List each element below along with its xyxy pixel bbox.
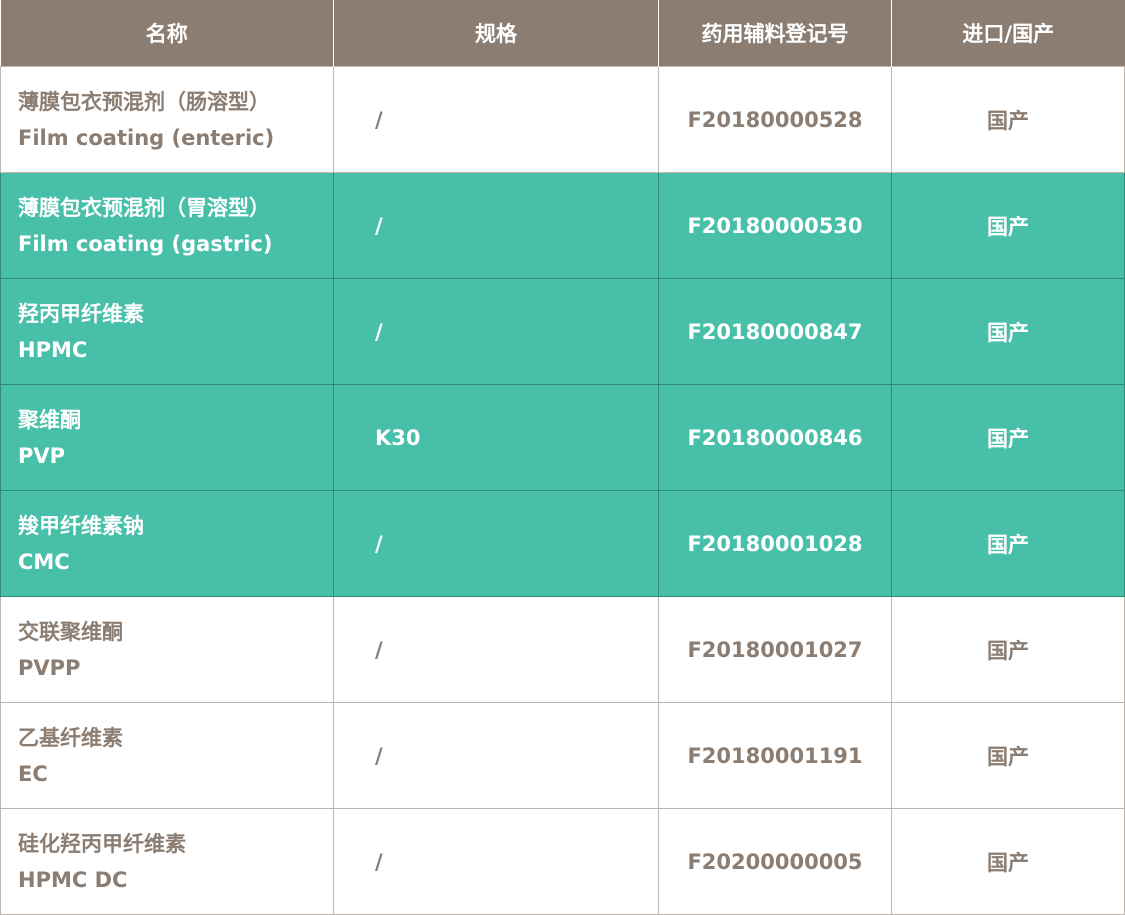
table-row-highlighted: 羧甲纤维素钠 CMC / F20180001028 国产 [0, 490, 1125, 597]
cell-origin: 国产 [891, 490, 1125, 597]
cell-registration-number: F20180000847 [658, 278, 892, 385]
name-cn: 薄膜包衣预混剂（胃溶型） [18, 195, 270, 220]
cell-name: 交联聚维酮 PVPP [0, 596, 334, 703]
name-en: HPMC [18, 337, 88, 362]
cell-spec: / [333, 596, 659, 703]
cell-registration-number: F20180000846 [658, 384, 892, 491]
cell-registration-number: F20180000528 [658, 66, 892, 173]
name-cn: 聚维酮 [18, 407, 81, 432]
cell-spec: / [333, 172, 659, 279]
table-row: 硅化羟丙甲纤维素 HPMC DC / F20200000005 国产 [0, 808, 1125, 915]
cell-origin: 国产 [891, 596, 1125, 703]
header-registration-number: 药用辅料登记号 [658, 0, 892, 67]
table-row-highlighted: 羟丙甲纤维素 HPMC / F20180000847 国产 [0, 278, 1125, 385]
cell-spec: / [333, 808, 659, 915]
name-cn: 羧甲纤维素钠 [18, 513, 144, 538]
cell-name: 薄膜包衣预混剂（肠溶型） Film coating (enteric) [0, 66, 334, 173]
header-origin: 进口/国产 [891, 0, 1125, 67]
cell-origin: 国产 [891, 808, 1125, 915]
cell-name: 羟丙甲纤维素 HPMC [0, 278, 334, 385]
excipient-registration-table: 名称 规格 药用辅料登记号 进口/国产 薄膜包衣预混剂（肠溶型） Film co… [0, 0, 1125, 915]
name-en: HPMC DC [18, 867, 128, 892]
name-en: PVPP [18, 655, 81, 680]
name-cn: 交联聚维酮 [18, 619, 123, 644]
cell-spec: / [333, 66, 659, 173]
table-header-row: 名称 规格 药用辅料登记号 进口/国产 [0, 0, 1125, 67]
name-cn: 薄膜包衣预混剂（肠溶型） [18, 89, 270, 114]
cell-name: 薄膜包衣预混剂（胃溶型） Film coating (gastric) [0, 172, 334, 279]
table-row: 薄膜包衣预混剂（肠溶型） Film coating (enteric) / F2… [0, 66, 1125, 173]
name-cn: 乙基纤维素 [18, 725, 123, 750]
cell-registration-number: F20180001028 [658, 490, 892, 597]
name-en: PVP [18, 443, 66, 468]
cell-spec: / [333, 490, 659, 597]
cell-spec: / [333, 278, 659, 385]
cell-origin: 国产 [891, 172, 1125, 279]
table-row-highlighted: 聚维酮 PVP K30 F20180000846 国产 [0, 384, 1125, 491]
name-en: EC [18, 761, 48, 786]
cell-registration-number: F20200000005 [658, 808, 892, 915]
cell-name: 羧甲纤维素钠 CMC [0, 490, 334, 597]
cell-origin: 国产 [891, 66, 1125, 173]
header-name: 名称 [0, 0, 334, 67]
cell-origin: 国产 [891, 278, 1125, 385]
cell-origin: 国产 [891, 702, 1125, 809]
header-spec: 规格 [333, 0, 659, 67]
name-cn: 羟丙甲纤维素 [18, 301, 144, 326]
name-en: CMC [18, 549, 70, 574]
table-row: 乙基纤维素 EC / F20180001191 国产 [0, 702, 1125, 809]
cell-name: 聚维酮 PVP [0, 384, 334, 491]
cell-spec: / [333, 702, 659, 809]
name-en: Film coating (enteric) [18, 125, 275, 150]
name-cn: 硅化羟丙甲纤维素 [18, 831, 186, 856]
cell-origin: 国产 [891, 384, 1125, 491]
table-row: 交联聚维酮 PVPP / F20180001027 国产 [0, 596, 1125, 703]
table-row-highlighted: 薄膜包衣预混剂（胃溶型） Film coating (gastric) / F2… [0, 172, 1125, 279]
cell-name: 硅化羟丙甲纤维素 HPMC DC [0, 808, 334, 915]
cell-registration-number: F20180001191 [658, 702, 892, 809]
name-en: Film coating (gastric) [18, 231, 273, 256]
cell-name: 乙基纤维素 EC [0, 702, 334, 809]
cell-spec: K30 [333, 384, 659, 491]
cell-registration-number: F20180000530 [658, 172, 892, 279]
cell-registration-number: F20180001027 [658, 596, 892, 703]
